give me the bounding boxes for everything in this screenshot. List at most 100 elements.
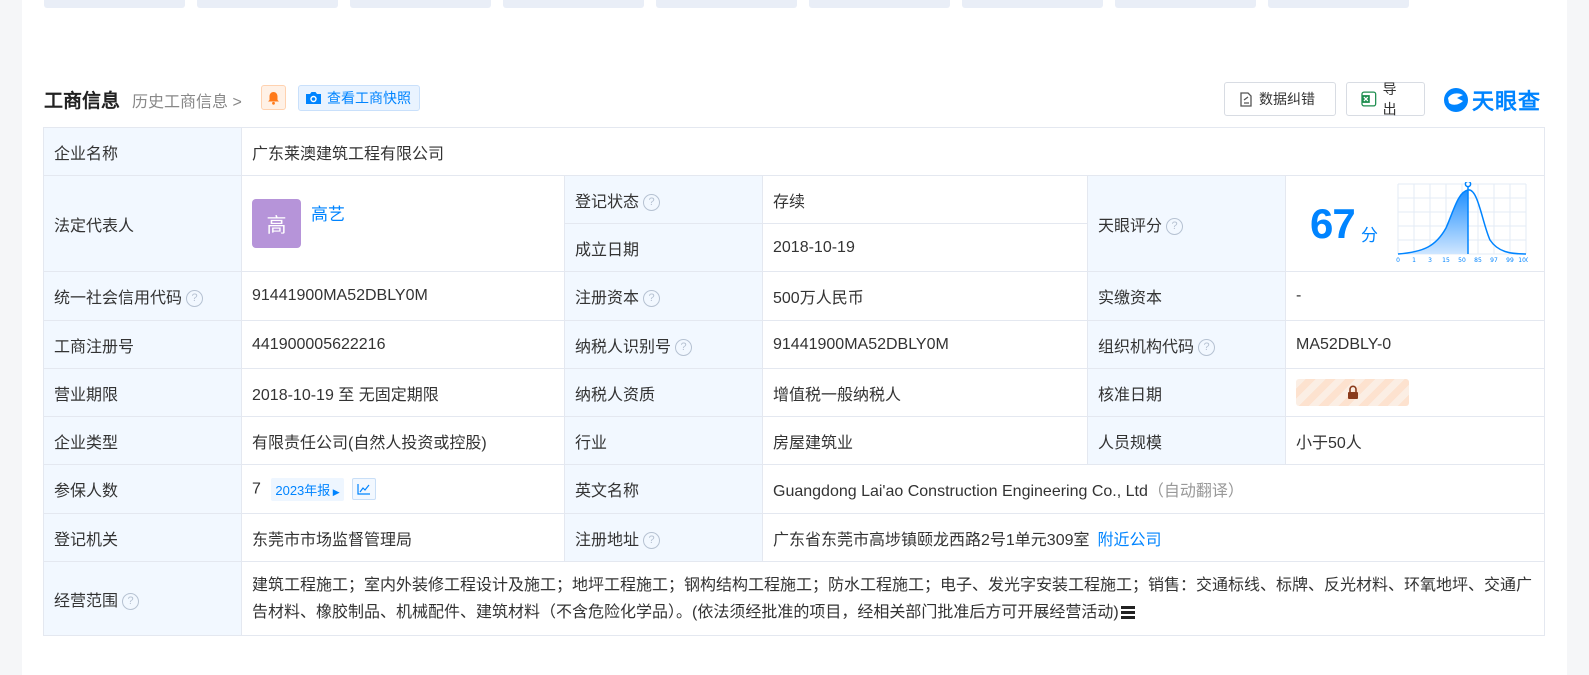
top-tab[interactable] [1115, 0, 1256, 8]
status-label-cell: 登记状态? [564, 175, 763, 224]
org-code-value: MA52DBLY-0 [1284, 320, 1546, 369]
english-name-label: 英文名称 [564, 464, 763, 514]
legal-rep-name-link[interactable]: 高艺 [311, 200, 345, 225]
axis-tick: 97 [1490, 257, 1498, 264]
staff-size-value: 小于50人 [1284, 416, 1546, 465]
trend-chart-button[interactable] [352, 478, 377, 500]
industry-value: 房屋建筑业 [762, 416, 1088, 465]
monitor-bell-button[interactable] [261, 85, 286, 110]
table-row: 营业期限 2018-10-19 至 无固定期限 纳税人资质 增值税一般纳税人 核… [43, 368, 1546, 417]
scope-cell: 建筑工程施工；室内外装修工程设计及施工；地坪工程施工；钢构结构工程施工；防水工程… [240, 561, 1546, 636]
caret-right-icon: ▶ [330, 486, 340, 497]
score-cell[interactable]: 67 分 0 1 3 15 50 85 97 99 100 [1284, 175, 1546, 272]
address-label: 注册地址 [575, 531, 640, 549]
taxpayer-id-label: 纳税人识别号 [575, 338, 672, 356]
approval-date-cell [1284, 368, 1546, 417]
tax-qual-value: 增值税一般纳税人 [762, 368, 1088, 417]
axis-tick: 0 [1396, 257, 1400, 264]
top-tab[interactable] [503, 0, 644, 8]
legal-rep-cell: 高 高艺 [241, 175, 565, 272]
top-tab[interactable] [809, 0, 950, 8]
table-row: 工商注册号 441900005622216 纳税人识别号? 91441900MA… [43, 320, 1546, 369]
insured-value: 7 [252, 480, 261, 498]
axis-tick: 15 [1442, 257, 1450, 264]
excel-icon [1361, 91, 1377, 107]
table-row: 参保人数 7 2023年报 ▶ 英文名称 Guangdong Lai'ao Co… [43, 464, 1546, 514]
authority-value: 东莞市市场监督管理局 [241, 513, 565, 562]
industry-label: 行业 [564, 416, 763, 465]
export-label: 导出 [1382, 81, 1397, 117]
top-tab[interactable] [656, 0, 797, 8]
snapshot-button[interactable]: 查看工商快照 [298, 85, 420, 111]
credit-code-label-cell: 统一社会信用代码? [43, 271, 242, 321]
status-value: 存续 [762, 175, 1088, 224]
axis-tick: 85 [1474, 257, 1482, 264]
score-label: 天眼评分 [1098, 217, 1163, 235]
avatar[interactable]: 高 [252, 199, 301, 248]
page-panel: 工商信息 历史工商信息 > 查看工商快照 数据纠错 导出 天眼查 企业名称 广东… [22, 0, 1567, 675]
history-link[interactable]: 历史工商信息 > [132, 88, 242, 112]
logo-text: 天眼查 [1472, 89, 1542, 114]
taxpayer-id-label-cell: 纳税人识别号? [564, 320, 763, 369]
annual-report-label: 2023年报 [275, 482, 331, 498]
score-label-cell: 天眼评分? [1087, 175, 1286, 272]
scope-value: 建筑工程施工；室内外装修工程设计及施工；地坪工程施工；钢构结构工程施工；防水工程… [252, 576, 1533, 621]
legal-rep-label: 法定代表人 [43, 175, 242, 272]
axis-tick: 100 [1518, 257, 1528, 264]
snapshot-button-label: 查看工商快照 [327, 90, 411, 106]
tax-qual-label: 纳税人资质 [564, 368, 763, 417]
reg-capital-label: 注册资本 [575, 290, 640, 307]
top-tab[interactable] [44, 0, 185, 8]
insured-cell: 7 2023年报 ▶ [241, 464, 565, 514]
more-icon[interactable] [1120, 605, 1135, 619]
lock-icon [1347, 385, 1358, 399]
camera-icon [306, 92, 321, 104]
table-row: 企业类型 有限责任公司(自然人投资或控股) 行业 房屋建筑业 人员规模 小于50… [43, 416, 1546, 465]
help-icon[interactable]: ? [122, 592, 140, 610]
top-tab-strip [44, 0, 1421, 8]
trend-chart-icon [357, 484, 371, 495]
vip-locked-value[interactable] [1296, 379, 1409, 406]
data-correction-button[interactable]: 数据纠错 [1224, 82, 1336, 116]
scope-label: 经营范围 [54, 592, 119, 610]
top-tab[interactable] [962, 0, 1103, 8]
help-icon[interactable]: ? [186, 290, 204, 308]
nearby-companies-link[interactable]: 附近公司 [1098, 532, 1162, 549]
export-button[interactable]: 导出 [1346, 81, 1425, 117]
help-icon[interactable]: ? [1198, 338, 1216, 356]
org-code-label-cell: 组织机构代码? [1087, 320, 1286, 369]
scope-label-cell: 经营范围? [43, 561, 242, 636]
staff-size-label: 人员规模 [1087, 416, 1286, 465]
org-code-label: 组织机构代码 [1098, 338, 1195, 356]
auto-translate-note: （自动翻译） [1147, 483, 1244, 500]
company-name-label: 企业名称 [43, 127, 242, 176]
reg-capital-value: 500万人民币 [762, 271, 1088, 321]
top-tab[interactable] [350, 0, 491, 8]
top-tab[interactable] [1268, 0, 1409, 8]
paid-capital-value: - [1284, 271, 1546, 321]
business-info-table: 企业名称 广东莱澳建筑工程有限公司 法定代表人 高 高艺 登记状态? 存续 天眼… [43, 127, 1546, 636]
reg-no-label: 工商注册号 [43, 320, 242, 369]
help-icon[interactable]: ? [643, 531, 661, 549]
help-icon[interactable]: ? [675, 338, 693, 356]
table-row: 企业名称 广东莱澳建筑工程有限公司 [43, 127, 1546, 176]
help-icon[interactable]: ? [643, 193, 661, 211]
chevron-right-icon: > [228, 94, 242, 111]
logo-icon [1444, 88, 1468, 112]
address-label-cell: 注册地址? [564, 513, 763, 562]
approval-date-label: 核准日期 [1087, 368, 1286, 417]
address-cell: 广东省东莞市高埗镇颐龙西路2号1单元309室 附近公司 [761, 513, 1546, 562]
help-icon[interactable]: ? [643, 290, 661, 308]
credit-code-value: 91441900MA52DBLY0M [241, 271, 565, 321]
data-correction-label: 数据纠错 [1259, 91, 1315, 107]
founded-label: 成立日期 [564, 223, 763, 272]
axis-tick: 99 [1506, 257, 1514, 264]
top-tab[interactable] [197, 0, 338, 8]
tianyancha-logo: 天眼查 [1443, 84, 1541, 116]
reg-no-value: 441900005622216 [241, 320, 565, 369]
help-icon[interactable]: ? [1166, 217, 1184, 235]
english-name-cell: Guangdong Lai'ao Construction Engineerin… [761, 464, 1546, 514]
english-name-value: Guangdong Lai'ao Construction Engineerin… [773, 483, 1148, 500]
company-type-value: 有限责任公司(自然人投资或控股) [241, 416, 565, 465]
annual-report-link[interactable]: 2023年报 ▶ [271, 477, 344, 501]
